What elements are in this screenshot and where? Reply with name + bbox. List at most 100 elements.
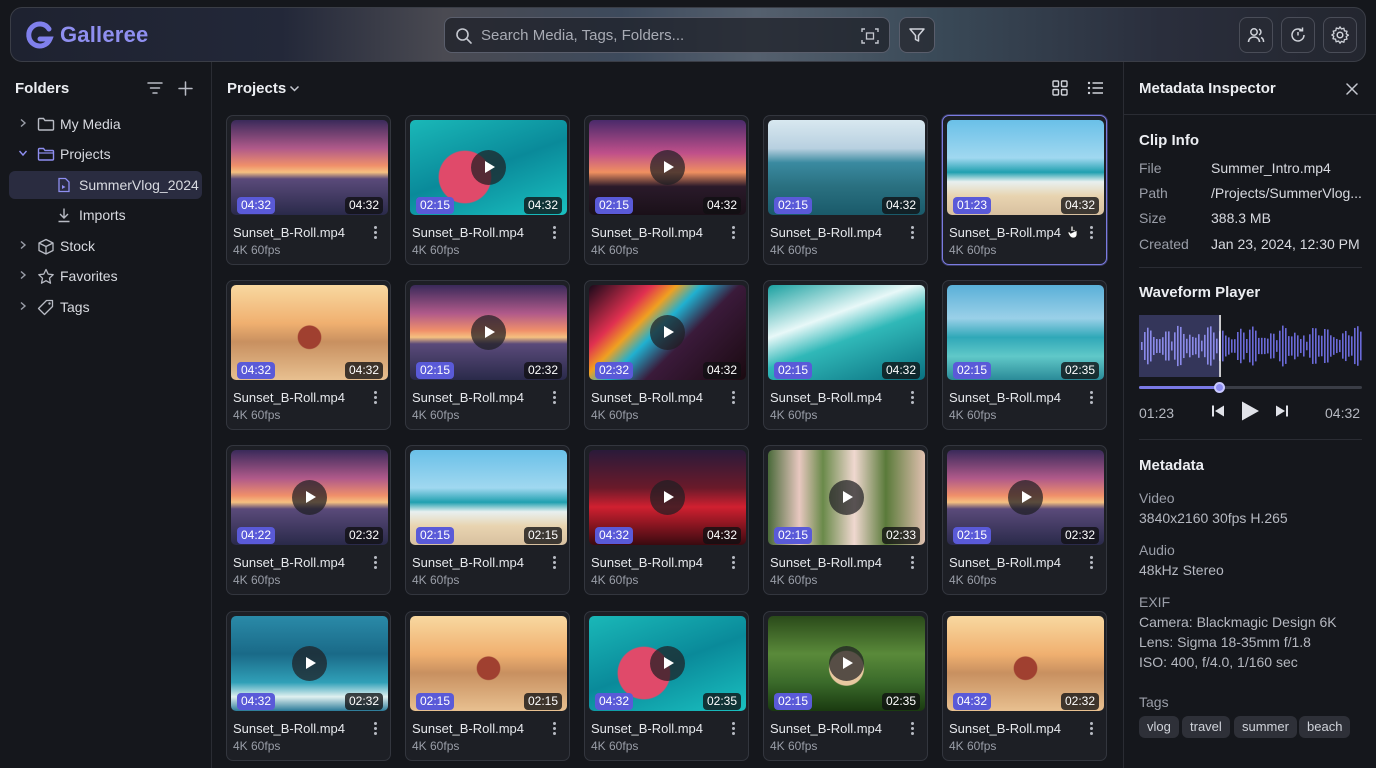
chevron-down-icon[interactable] [18, 148, 28, 158]
media-card[interactable]: 02:15 04:32 Sunset_B-Roll.mp4 4K 60fps [763, 280, 928, 430]
chevron-right-icon[interactable] [18, 240, 28, 250]
play-icon[interactable] [829, 480, 864, 515]
sort-icon[interactable] [147, 81, 163, 95]
more-options-icon[interactable] [732, 391, 736, 405]
tag-chip[interactable]: vlog [1139, 716, 1179, 738]
more-options-icon[interactable] [374, 391, 378, 405]
more-options-icon[interactable] [553, 556, 557, 570]
tag-chip[interactable]: beach [1299, 716, 1351, 738]
more-options-icon[interactable] [374, 556, 378, 570]
media-card[interactable]: 02:32 04:32 Sunset_B-Roll.mp4 4K 60fps [584, 280, 749, 430]
sidebar-item-my-media[interactable]: My Media [9, 110, 202, 138]
search-input[interactable] [481, 18, 851, 52]
media-card[interactable]: 02:15 02:33 Sunset_B-Roll.mp4 4K 60fps [763, 445, 928, 595]
playback-progress-bar[interactable] [1139, 382, 1362, 393]
chevron-right-icon[interactable] [18, 301, 28, 311]
more-options-icon[interactable] [911, 722, 915, 736]
video-thumbnail[interactable]: 02:15 02:15 [410, 616, 567, 711]
media-card[interactable]: 04:22 02:32 Sunset_B-Roll.mp4 4K 60fps [226, 445, 391, 595]
play-icon[interactable] [292, 480, 327, 515]
settings-button[interactable] [1323, 17, 1357, 53]
video-thumbnail[interactable]: 02:15 02:35 [768, 616, 925, 711]
video-thumbnail[interactable]: 02:15 02:32 [947, 450, 1104, 545]
project-dropdown-label[interactable]: Projects [227, 80, 286, 97]
video-thumbnail[interactable]: 04:32 04:32 [231, 120, 388, 215]
tag-chip[interactable]: summer [1234, 716, 1297, 738]
chevron-down-icon[interactable] [289, 84, 300, 93]
chevron-right-icon[interactable] [18, 270, 28, 280]
more-options-icon[interactable] [374, 722, 378, 736]
video-thumbnail[interactable]: 02:15 02:32 [410, 285, 567, 380]
more-options-icon[interactable] [553, 391, 557, 405]
more-options-icon[interactable] [911, 556, 915, 570]
sidebar-item-summervlog-2024[interactable]: SummerVlog_2024 [9, 171, 202, 199]
video-thumbnail[interactable]: 02:15 04:32 [768, 120, 925, 215]
sidebar-item-projects[interactable]: Projects [9, 140, 202, 168]
more-options-icon[interactable] [911, 226, 915, 240]
video-thumbnail[interactable]: 01:23 04:32 [947, 120, 1104, 215]
media-card[interactable]: 04:32 04:32 Sunset_B-Roll.mp4 4K 60fps [226, 115, 391, 265]
media-card[interactable]: 04:32 02:35 Sunset_B-Roll.mp4 4K 60fps [584, 611, 749, 761]
more-options-icon[interactable] [1090, 722, 1094, 736]
media-card[interactable]: 02:15 04:32 Sunset_B-Roll.mp4 4K 60fps [584, 115, 749, 265]
search-bar[interactable] [444, 17, 890, 53]
video-thumbnail[interactable]: 02:15 02:15 [410, 450, 567, 545]
grid-view-icon[interactable] [1052, 80, 1068, 96]
play-icon[interactable] [471, 150, 506, 185]
more-options-icon[interactable] [1090, 556, 1094, 570]
more-options-icon[interactable] [732, 556, 736, 570]
sidebar-item-tags[interactable]: Tags [9, 293, 202, 321]
more-options-icon[interactable] [732, 722, 736, 736]
video-thumbnail[interactable]: 04:32 02:32 [231, 616, 388, 711]
more-options-icon[interactable] [732, 226, 736, 240]
more-options-icon[interactable] [911, 391, 915, 405]
media-card[interactable]: 02:15 02:35 Sunset_B-Roll.mp4 4K 60fps [763, 611, 928, 761]
play-icon[interactable] [650, 150, 685, 185]
video-thumbnail[interactable]: 04:22 02:32 [231, 450, 388, 545]
media-card[interactable]: 04:32 02:32 Sunset_B-Roll.mp4 4K 60fps [226, 611, 391, 761]
media-card[interactable]: 02:15 04:32 Sunset_B-Roll.mp4 4K 60fps [763, 115, 928, 265]
users-button[interactable] [1239, 17, 1273, 53]
sidebar-item-stock[interactable]: Stock [9, 232, 202, 260]
media-card[interactable]: 04:32 02:32 Sunset_B-Roll.mp4 4K 60fps [942, 611, 1107, 761]
media-card[interactable]: 01:23 04:32 Sunset_B-Roll.mp4 4K 60fps [942, 115, 1107, 265]
video-thumbnail[interactable]: 02:15 04:32 [589, 120, 746, 215]
waveform[interactable] [1139, 315, 1362, 377]
add-folder-icon[interactable] [178, 81, 193, 96]
playback-scrubber[interactable] [1214, 382, 1226, 393]
sync-button[interactable] [1281, 17, 1315, 53]
play-icon[interactable] [650, 315, 685, 350]
play-icon[interactable] [471, 315, 506, 350]
skip-forward-icon[interactable] [1275, 404, 1289, 418]
scan-icon[interactable] [861, 27, 879, 45]
media-card[interactable]: 02:15 02:35 Sunset_B-Roll.mp4 4K 60fps [942, 280, 1107, 430]
more-options-icon[interactable] [374, 226, 378, 240]
video-thumbnail[interactable]: 02:15 02:35 [947, 285, 1104, 380]
video-thumbnail[interactable]: 02:32 04:32 [589, 285, 746, 380]
more-options-icon[interactable] [1090, 391, 1094, 405]
media-card[interactable]: 02:15 02:32 Sunset_B-Roll.mp4 4K 60fps [405, 280, 570, 430]
more-options-icon[interactable] [553, 226, 557, 240]
more-options-icon[interactable] [1090, 226, 1094, 240]
sidebar-item-favorites[interactable]: Favorites [9, 262, 202, 290]
play-icon[interactable] [1008, 480, 1043, 515]
media-card[interactable]: 02:15 02:15 Sunset_B-Roll.mp4 4K 60fps [405, 445, 570, 595]
list-view-icon[interactable] [1087, 80, 1104, 96]
more-options-icon[interactable] [553, 722, 557, 736]
play-icon[interactable] [1240, 400, 1260, 422]
close-icon[interactable] [1346, 83, 1358, 95]
video-thumbnail[interactable]: 04:32 04:32 [589, 450, 746, 545]
play-icon[interactable] [650, 480, 685, 515]
play-icon[interactable] [292, 646, 327, 681]
tag-chip[interactable]: travel [1182, 716, 1230, 738]
media-card[interactable]: 04:32 04:32 Sunset_B-Roll.mp4 4K 60fps [584, 445, 749, 595]
media-card[interactable]: 02:15 04:32 Sunset_B-Roll.mp4 4K 60fps [405, 115, 570, 265]
filter-button[interactable] [899, 17, 935, 53]
chevron-right-icon[interactable] [18, 118, 28, 128]
video-thumbnail[interactable]: 04:32 04:32 [231, 285, 388, 380]
media-card[interactable]: 04:32 04:32 Sunset_B-Roll.mp4 4K 60fps [226, 280, 391, 430]
video-thumbnail[interactable]: 04:32 02:35 [589, 616, 746, 711]
play-icon[interactable] [650, 646, 685, 681]
play-icon[interactable] [829, 646, 864, 681]
media-card[interactable]: 02:15 02:15 Sunset_B-Roll.mp4 4K 60fps [405, 611, 570, 761]
